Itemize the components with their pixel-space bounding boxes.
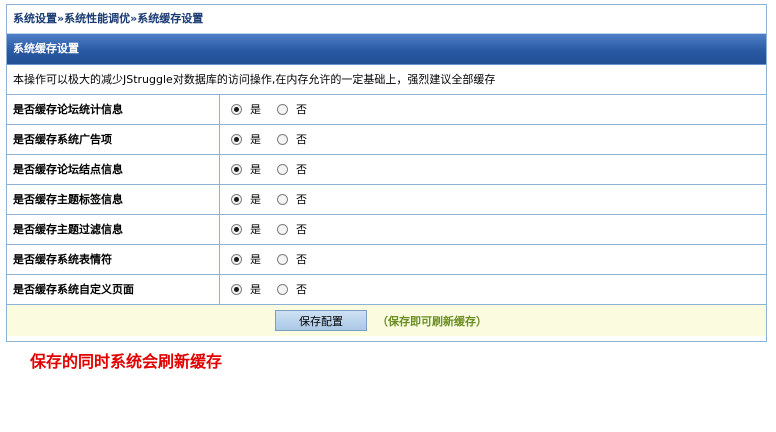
setting-label: 是否缓存论坛结点信息 [7, 155, 220, 184]
radio-yes-label: 是 [250, 252, 261, 266]
radio-yes[interactable] [231, 134, 242, 145]
setting-label: 是否缓存论坛统计信息 [7, 95, 220, 124]
radio-no[interactable] [277, 284, 288, 295]
radio-yes[interactable] [231, 224, 242, 235]
radio-no-label: 否 [296, 162, 307, 176]
setting-label: 是否缓存系统自定义页面 [7, 275, 220, 304]
radio-no[interactable] [277, 104, 288, 115]
setting-options: 是 否 [220, 125, 766, 154]
radio-yes[interactable] [231, 104, 242, 115]
breadcrumb: 系统设置»系统性能调优»系统缓存设置 [7, 5, 766, 34]
setting-options: 是 否 [220, 155, 766, 184]
panel-notice: 本操作可以极大的减少JStruggle对数据库的访问操作,在内存允许的一定基础上… [7, 65, 766, 95]
setting-options: 是 否 [220, 95, 766, 124]
radio-yes[interactable] [231, 164, 242, 175]
radio-yes-label: 是 [250, 162, 261, 176]
setting-label: 是否缓存主题过滤信息 [7, 215, 220, 244]
radio-no-label: 否 [296, 192, 307, 206]
radio-no[interactable] [277, 194, 288, 205]
save-config-button[interactable]: 保存配置 [275, 310, 367, 331]
radio-yes[interactable] [231, 254, 242, 265]
refresh-note: 保存的同时系统会刷新缓存 [30, 352, 223, 371]
setting-row: 是否缓存系统广告项 是 否 [7, 125, 766, 155]
setting-label: 是否缓存系统表情符 [7, 245, 220, 274]
radio-no-label: 否 [296, 282, 307, 296]
setting-label: 是否缓存主题标签信息 [7, 185, 220, 214]
radio-no[interactable] [277, 164, 288, 175]
setting-options: 是 否 [220, 185, 766, 214]
panel-title: 系统缓存设置 [7, 34, 766, 65]
radio-no-label: 否 [296, 252, 307, 266]
setting-row: 是否缓存系统自定义页面 是 否 [7, 275, 766, 305]
setting-row: 是否缓存主题过滤信息 是 否 [7, 215, 766, 245]
radio-yes[interactable] [231, 284, 242, 295]
settings-panel: 系统设置»系统性能调优»系统缓存设置 系统缓存设置 本操作可以极大的减少JStr… [6, 4, 767, 342]
radio-yes[interactable] [231, 194, 242, 205]
setting-row: 是否缓存主题标签信息 是 否 [7, 185, 766, 215]
radio-yes-label: 是 [250, 192, 261, 206]
setting-row: 是否缓存论坛结点信息 是 否 [7, 155, 766, 185]
setting-row: 是否缓存系统表情符 是 否 [7, 245, 766, 275]
radio-no[interactable] [277, 254, 288, 265]
radio-no-label: 否 [296, 102, 307, 116]
radio-no[interactable] [277, 134, 288, 145]
setting-options: 是 否 [220, 215, 766, 244]
radio-yes-label: 是 [250, 282, 261, 296]
setting-options: 是 否 [220, 245, 766, 274]
setting-label: 是否缓存系统广告项 [7, 125, 220, 154]
radio-yes-label: 是 [250, 132, 261, 146]
radio-yes-label: 是 [250, 222, 261, 236]
radio-no[interactable] [277, 224, 288, 235]
setting-row: 是否缓存论坛统计信息 是 否 [7, 95, 766, 125]
radio-yes-label: 是 [250, 102, 261, 116]
save-hint: （保存即可刷新缓存） [377, 314, 487, 328]
radio-no-label: 否 [296, 222, 307, 236]
radio-no-label: 否 [296, 132, 307, 146]
setting-options: 是 否 [220, 275, 766, 304]
form-footer: 保存配置 （保存即可刷新缓存） [7, 305, 766, 336]
